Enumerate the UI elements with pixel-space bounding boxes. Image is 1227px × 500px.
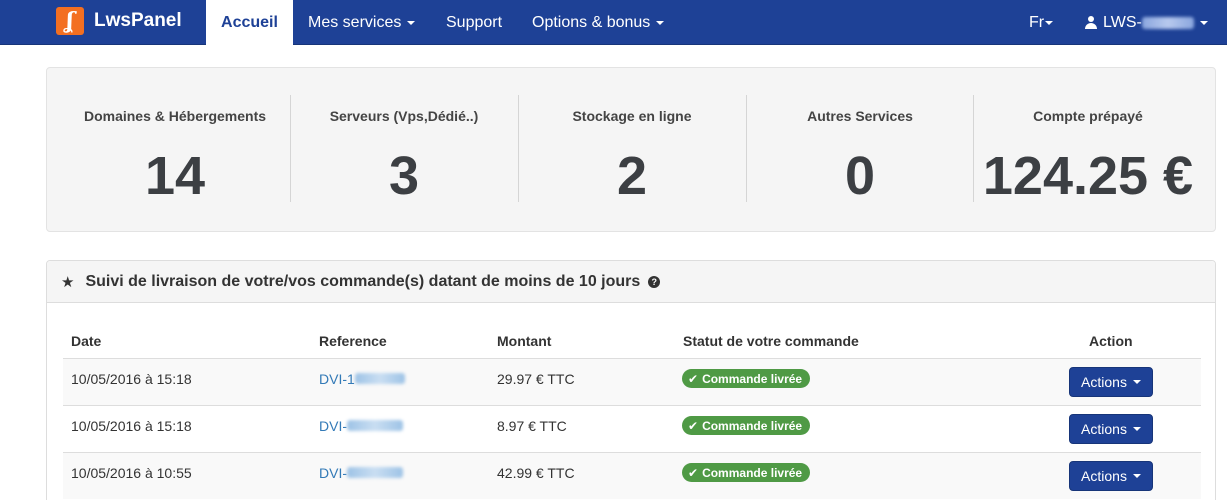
nav-item-options-bonus[interactable]: Options & bonus bbox=[532, 0, 665, 45]
nav-item-label: Options & bonus bbox=[532, 13, 651, 31]
actions-dropdown-button[interactable]: Actions bbox=[1069, 414, 1153, 444]
stat-serveurs[interactable]: Serveurs (Vps,Dédié..) 3 bbox=[290, 68, 518, 233]
stat-value: 3 bbox=[388, 146, 420, 206]
orders-panel-header: ★ Suivi de livraison de votre/vos comman… bbox=[47, 261, 1215, 303]
stat-value: 2 bbox=[616, 146, 648, 206]
status-badge: ✔ Commande livrée bbox=[682, 463, 811, 482]
stat-label: Stockage en ligne bbox=[572, 108, 692, 124]
lwspanel-logo-icon: ʆ bbox=[56, 7, 84, 35]
order-date: 10/05/2016 à 10:55 bbox=[71, 465, 192, 481]
nav-item-mes-services[interactable]: Mes services bbox=[308, 0, 416, 45]
language-label: Fr bbox=[1029, 13, 1045, 31]
redacted-reference bbox=[347, 420, 403, 431]
star-icon: ★ bbox=[61, 273, 75, 291]
brand[interactable]: ʆ LwsPanel bbox=[56, 5, 182, 37]
actions-button-label: Actions bbox=[1081, 374, 1127, 390]
order-amount: 29.97 € TTC bbox=[497, 371, 575, 387]
column-header-montant: Montant bbox=[497, 333, 552, 349]
stat-label: Autres Services bbox=[807, 108, 913, 124]
actions-dropdown-button[interactable]: Actions bbox=[1069, 367, 1153, 397]
redacted-reference bbox=[354, 373, 405, 384]
top-navbar: ʆ LwsPanel Accueil Mes services Support … bbox=[0, 0, 1227, 45]
nav-item-accueil[interactable]: Accueil bbox=[206, 0, 293, 45]
orders-tracking-panel: ★ Suivi de livraison de votre/vos comman… bbox=[46, 260, 1216, 500]
actions-button-label: Actions bbox=[1081, 421, 1127, 437]
order-reference-link[interactable]: DVI- bbox=[319, 465, 403, 481]
status-badge: ✔ Commande livrée bbox=[682, 369, 811, 388]
order-reference-link[interactable]: DVI- bbox=[319, 418, 403, 434]
order-reference-prefix: DVI- bbox=[319, 418, 347, 434]
stat-value: 124.25 € bbox=[982, 146, 1194, 206]
table-row: 10/05/2016 à 15:18 DVI- 8.97 € TTC ✔ Com… bbox=[63, 405, 1201, 452]
order-date: 10/05/2016 à 15:18 bbox=[71, 371, 192, 387]
orders-panel-title: ★ Suivi de livraison de votre/vos comman… bbox=[61, 273, 661, 291]
check-icon: ✔ bbox=[688, 418, 699, 433]
column-header-action: Action bbox=[1089, 333, 1133, 349]
caret-down-icon bbox=[1132, 427, 1141, 431]
user-menu[interactable]: LWS- bbox=[1085, 0, 1208, 45]
check-icon: ✔ bbox=[688, 371, 699, 386]
caret-down-icon bbox=[407, 20, 416, 25]
redacted-account-id bbox=[1141, 16, 1194, 29]
caret-down-icon bbox=[1199, 20, 1208, 25]
column-header-statut: Statut de votre commande bbox=[683, 333, 859, 349]
services-summary-panel: Domaines & Hébergements 14 Serveurs (Vps… bbox=[46, 67, 1216, 232]
order-date: 10/05/2016 à 15:18 bbox=[71, 418, 192, 434]
column-header-date: Date bbox=[71, 333, 102, 349]
caret-down-icon bbox=[1045, 20, 1054, 25]
order-reference-link[interactable]: DVI-1 bbox=[319, 371, 405, 387]
language-selector[interactable]: Fr bbox=[1029, 0, 1054, 45]
order-amount: 42.99 € TTC bbox=[497, 465, 575, 481]
orders-title-text: Suivi de livraison de votre/vos commande… bbox=[85, 273, 641, 290]
actions-dropdown-button[interactable]: Actions bbox=[1069, 461, 1153, 491]
actions-button-label: Actions bbox=[1081, 468, 1127, 484]
stat-label: Compte prépayé bbox=[1033, 108, 1143, 124]
stat-value: 0 bbox=[844, 146, 876, 206]
status-text: Commande livrée bbox=[702, 465, 803, 480]
stat-label: Serveurs (Vps,Dédié..) bbox=[329, 108, 479, 124]
stat-autres-services[interactable]: Autres Services 0 bbox=[746, 68, 974, 233]
check-icon: ✔ bbox=[688, 465, 699, 480]
help-icon[interactable]: ? bbox=[648, 276, 661, 288]
status-text: Commande livrée bbox=[702, 418, 803, 433]
order-reference-prefix: DVI- bbox=[319, 465, 347, 481]
user-account-label: LWS- bbox=[1103, 13, 1142, 31]
status-text: Commande livrée bbox=[702, 371, 803, 386]
stat-domaines[interactable]: Domaines & Hébergements 14 bbox=[61, 68, 289, 233]
stat-label: Domaines & Hébergements bbox=[83, 108, 267, 124]
stat-stockage[interactable]: Stockage en ligne 2 bbox=[518, 68, 746, 233]
stat-compte-prepaye[interactable]: Compte prépayé 124.25 € bbox=[973, 68, 1203, 233]
table-row: 10/05/2016 à 10:55 DVI- 42.99 € TTC ✔ Co… bbox=[63, 452, 1201, 499]
order-reference-prefix: DVI-1 bbox=[319, 371, 355, 387]
nav-item-label: Support bbox=[446, 13, 503, 31]
status-badge: ✔ Commande livrée bbox=[682, 416, 811, 435]
user-icon bbox=[1085, 16, 1097, 29]
column-header-reference: Reference bbox=[319, 333, 387, 349]
caret-down-icon bbox=[1132, 474, 1141, 478]
caret-down-icon bbox=[1132, 380, 1141, 384]
redacted-reference bbox=[347, 467, 403, 478]
nav-item-label: Accueil bbox=[221, 13, 278, 31]
table-row: 10/05/2016 à 15:18 DVI-1 29.97 € TTC ✔ C… bbox=[63, 358, 1201, 405]
caret-down-icon bbox=[656, 20, 665, 25]
nav-item-support[interactable]: Support bbox=[446, 0, 502, 45]
nav-item-label: Mes services bbox=[308, 13, 402, 31]
brand-name: LwsPanel bbox=[94, 10, 182, 31]
order-amount: 8.97 € TTC bbox=[497, 418, 567, 434]
stat-value: 14 bbox=[144, 146, 206, 206]
